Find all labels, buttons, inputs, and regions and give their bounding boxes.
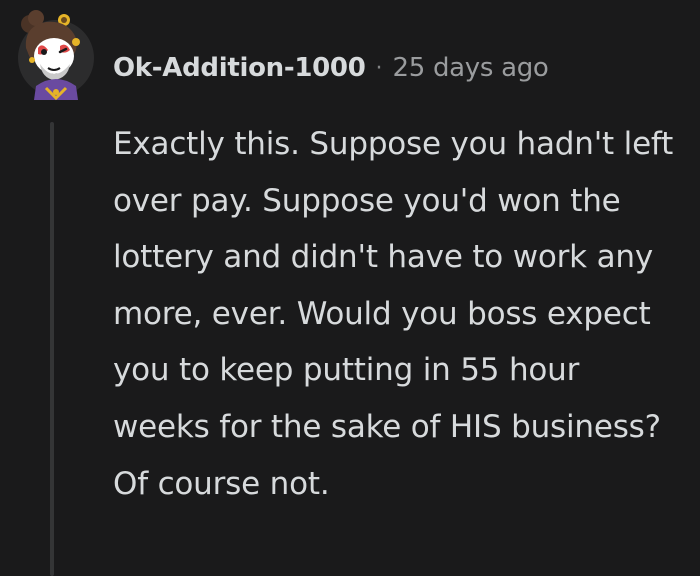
comment-body-text: Exactly this. Suppose you hadn't left ov… [113, 126, 674, 502]
timestamp[interactable]: 25 days ago [393, 53, 549, 83]
separator-dot: · [375, 55, 383, 81]
username-link[interactable]: Ok-Addition-1000 [113, 53, 366, 83]
comment: Ok-Addition-1000 · 25 days ago Exactly t… [0, 0, 700, 576]
snoo-avatar-icon[interactable] [16, 8, 98, 104]
thread-collapse-line[interactable] [50, 122, 54, 576]
comment-header: Ok-Addition-1000 · 25 days ago [113, 48, 549, 88]
comment-body: Exactly this. Suppose you hadn't left ov… [113, 116, 678, 512]
